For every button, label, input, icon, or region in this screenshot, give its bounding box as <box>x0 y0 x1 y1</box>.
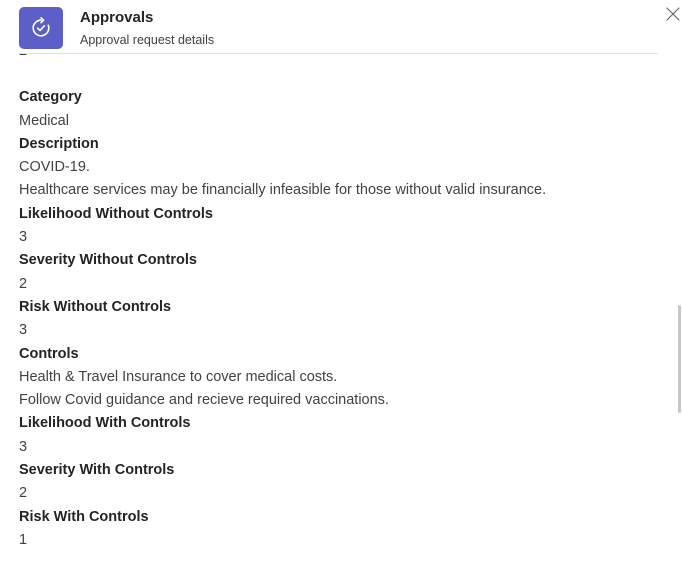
close-icon <box>666 7 680 21</box>
field-label-controls: Controls <box>19 345 79 362</box>
refresh-check-icon <box>32 17 50 37</box>
close-button[interactable] <box>664 5 682 23</box>
field-value-likelihood-with-controls: 3 <box>19 438 28 455</box>
field-value-description-line1: COVID-19. <box>19 159 90 176</box>
details-scroll-area[interactable]: 2 Category Medical Description COVID-19.… <box>0 54 676 585</box>
field-value-category: Medical <box>19 112 69 129</box>
field-value-severity-with-controls: 2 <box>19 485 28 502</box>
field-value-severity-without-controls: 2 <box>19 275 28 292</box>
app-subtitle: Approval request details <box>80 33 215 47</box>
field-label-severity-without-controls: Severity Without Controls <box>19 252 197 269</box>
field-label-likelihood-with-controls: Likelihood With Controls <box>19 415 191 432</box>
scrollbar-thumb[interactable] <box>678 305 681 413</box>
field-value-controls-line1: Health & Travel Insurance to cover medic… <box>19 368 338 385</box>
field-value-risk-without-controls: 3 <box>19 322 28 339</box>
field-label-risk-with-controls: Risk With Controls <box>19 508 149 525</box>
app-title: Approvals <box>80 9 154 26</box>
field-label-risk-without-controls: Risk Without Controls <box>19 298 172 315</box>
field-label-description: Description <box>19 135 99 152</box>
details-list: 2 Category Medical Description COVID-19.… <box>19 54 669 585</box>
partial-value: 2 <box>19 54 669 63</box>
dialog-header: Approvals Approval request details <box>0 0 682 54</box>
field-value-controls-line2: Follow Covid guidance and recieve requir… <box>19 392 389 409</box>
field-value-likelihood-without-controls: 3 <box>19 229 28 246</box>
field-label-category: Category <box>19 89 82 106</box>
field-value-description-line2: Healthcare services may be financially i… <box>19 182 547 199</box>
separator-line: ----------------------------------------… <box>19 575 669 585</box>
field-value-risk-with-controls: 1 <box>19 531 28 548</box>
approvals-icon <box>19 7 63 49</box>
field-label-severity-with-controls: Severity With Controls <box>19 462 175 479</box>
field-label-likelihood-without-controls: Likelihood Without Controls <box>19 205 213 222</box>
